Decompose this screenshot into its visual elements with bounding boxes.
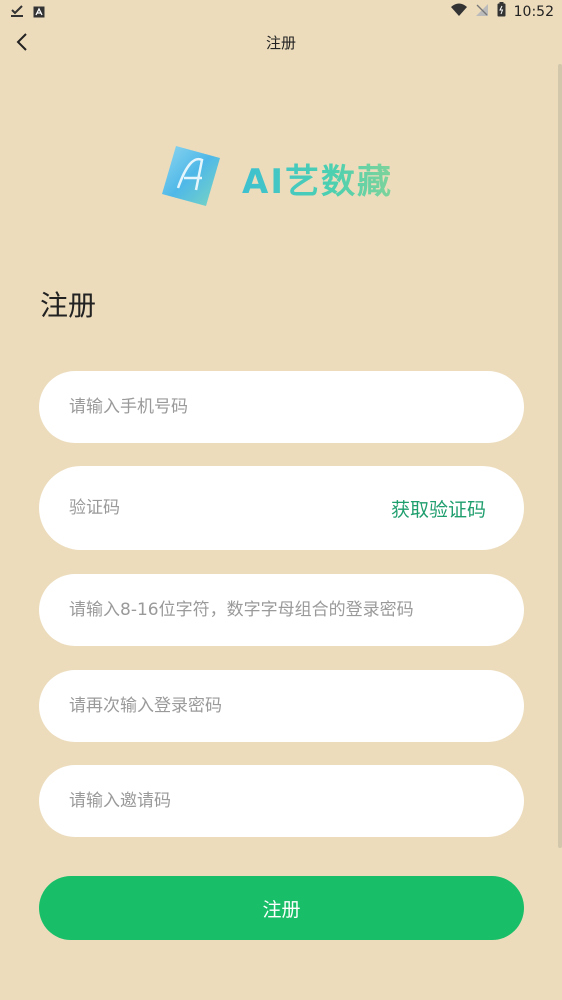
confirm-password-input[interactable] [69,670,494,742]
nav-title: 注册 [265,34,296,52]
scrollbar[interactable] [558,64,562,848]
nav-bar: 注册 [0,24,562,64]
code-field: 获取验证码 [39,466,524,550]
invite-input[interactable] [69,765,494,837]
status-bar: 10:52 [0,0,562,24]
status-time: 10:52 [513,3,554,20]
app-notification-icon [33,3,45,22]
download-done-icon [10,3,24,22]
get-code-button[interactable]: 获取验证码 [391,466,486,550]
phone-input[interactable] [69,371,494,443]
status-right: 10:52 [450,2,554,21]
logo-icon [156,144,226,212]
wifi-icon [450,2,467,21]
password-input[interactable] [69,574,494,646]
logo-text: AI艺数藏 [242,154,393,203]
battery-icon [497,2,506,21]
password-field [39,574,524,646]
invite-field [39,765,524,837]
page-heading: 注册 [40,289,97,322]
app-logo: AI艺数藏 [156,140,416,212]
status-left [10,3,45,22]
register-button[interactable]: 注册 [39,876,524,940]
signal-off-icon [475,2,489,21]
code-input[interactable] [69,466,374,550]
confirm-password-field [39,670,524,742]
phone-field [39,371,524,443]
